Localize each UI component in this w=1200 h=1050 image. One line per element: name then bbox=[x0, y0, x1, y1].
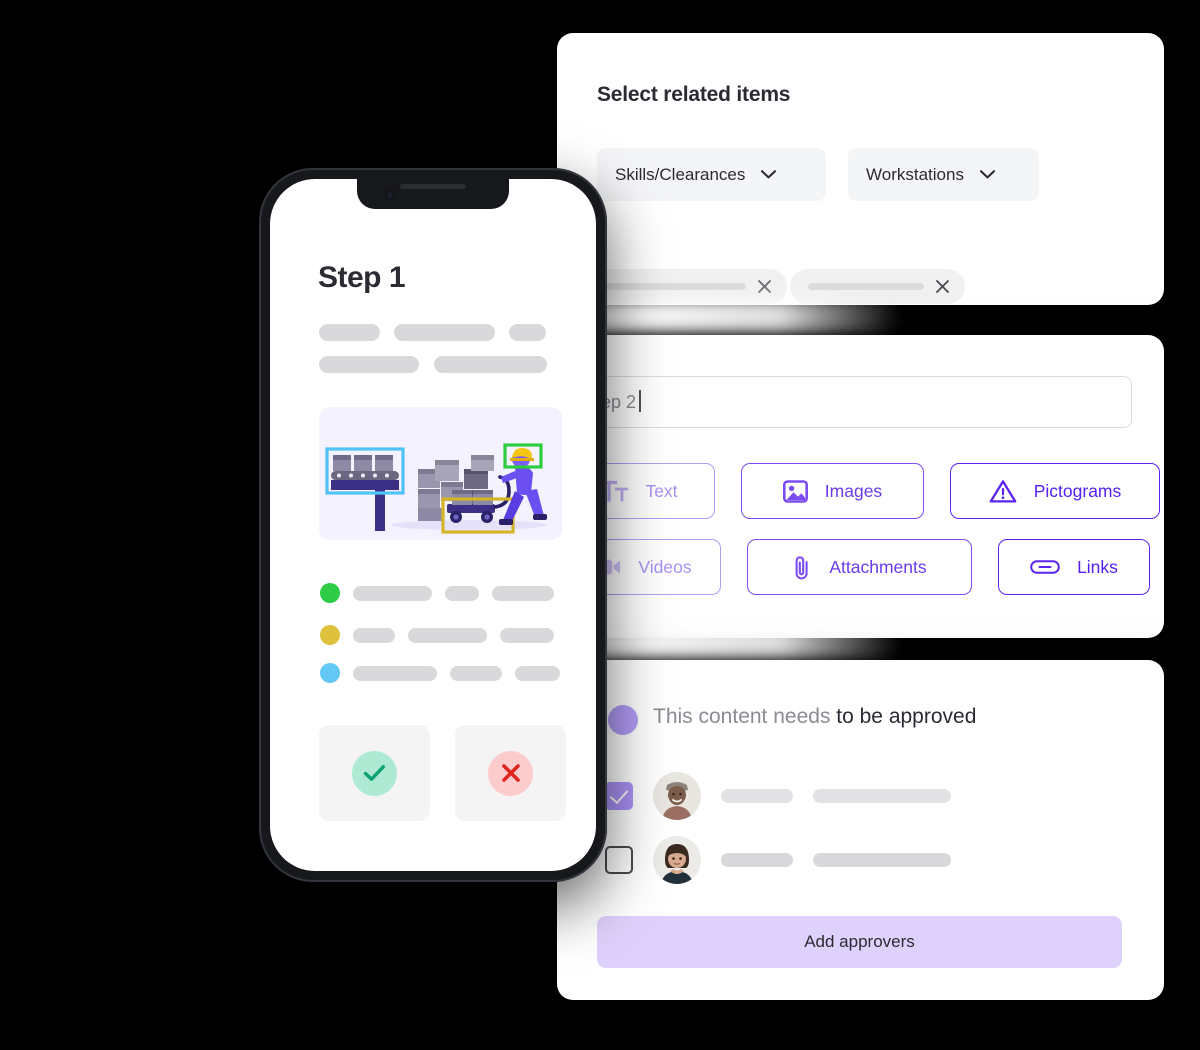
skeleton-line bbox=[500, 627, 554, 643]
chip-label-placeholder bbox=[808, 283, 924, 290]
content-type-row: Videos Attachments Links bbox=[565, 539, 1150, 595]
warehouse-worker-illustration bbox=[319, 407, 562, 540]
skeleton-line bbox=[509, 324, 546, 341]
phone-mockup: Step 1 bbox=[259, 168, 607, 882]
content-type-links-button[interactable]: Links bbox=[998, 539, 1150, 595]
content-type-attachments-button[interactable]: Attachments bbox=[747, 539, 972, 595]
skeleton-line bbox=[353, 665, 437, 681]
cross-icon bbox=[501, 764, 520, 782]
content-type-row: Text Images Pictograms bbox=[565, 463, 1160, 519]
approver-checkbox[interactable] bbox=[605, 782, 633, 810]
chevron-down-icon bbox=[979, 170, 995, 179]
select-related-items-card: Select related items Skills/Clearances W… bbox=[557, 33, 1164, 305]
skeleton-line bbox=[434, 356, 547, 373]
avatar bbox=[653, 772, 701, 820]
phone-speaker bbox=[400, 184, 466, 189]
paperclip-icon bbox=[795, 555, 809, 579]
content-type-label: Pictograms bbox=[1033, 480, 1122, 501]
skeleton-line bbox=[492, 585, 554, 601]
status-dot-green bbox=[320, 583, 340, 603]
add-approvers-button[interactable]: Add approvers bbox=[597, 916, 1122, 968]
skeleton-line bbox=[408, 627, 487, 643]
skeleton-line bbox=[394, 324, 495, 341]
content-type-label: Images bbox=[824, 480, 883, 501]
step-title-input[interactable]: Step 2 bbox=[569, 376, 1132, 428]
skeleton-line bbox=[353, 627, 395, 643]
skeleton-line bbox=[515, 665, 560, 681]
reject-action-button[interactable] bbox=[455, 725, 566, 821]
step-title: Step 1 bbox=[318, 261, 406, 294]
skeleton-line bbox=[353, 585, 432, 601]
status-dot-yellow bbox=[320, 625, 340, 645]
dropdown-label: Workstations bbox=[866, 164, 964, 184]
check-icon-badge bbox=[352, 750, 397, 796]
approver-list-item[interactable] bbox=[605, 772, 951, 820]
approver-checkbox[interactable] bbox=[605, 846, 633, 874]
image-icon bbox=[782, 479, 808, 503]
approver-name-placeholder bbox=[721, 789, 793, 803]
dropdown-workstations[interactable]: Workstations bbox=[848, 148, 1039, 201]
dropdown-label: Skills/Clearances bbox=[615, 164, 746, 184]
page-title: Select related items bbox=[597, 83, 791, 106]
content-type-label: Text bbox=[645, 480, 678, 501]
approver-role-placeholder bbox=[813, 853, 951, 867]
approval-label-lead: This content needs bbox=[653, 705, 837, 728]
cross-icon-badge bbox=[488, 750, 533, 796]
link-icon bbox=[1030, 560, 1060, 574]
approval-toggle-label: This content needs to be approved bbox=[653, 705, 976, 729]
step-content-card: Step 2 Text Images Pictograms Videos Att… bbox=[557, 335, 1164, 638]
approval-card: This content needs to be approved Add ap… bbox=[557, 660, 1164, 1000]
phone-camera-icon bbox=[385, 190, 395, 200]
checklist-row bbox=[320, 583, 554, 603]
approval-label-tail: to be approved bbox=[836, 705, 977, 728]
status-dot-blue bbox=[320, 663, 340, 683]
phone-notch bbox=[357, 179, 509, 209]
skeleton-line bbox=[319, 324, 380, 341]
content-type-label: Videos bbox=[638, 556, 692, 577]
content-type-pictograms-button[interactable]: Pictograms bbox=[950, 463, 1160, 519]
chevron-down-icon bbox=[761, 170, 777, 179]
content-type-images-button[interactable]: Images bbox=[741, 463, 924, 519]
approver-list-item[interactable] bbox=[605, 836, 951, 884]
screenshot-root: Select related items Skills/Clearances W… bbox=[0, 0, 1200, 1050]
approver-role-placeholder bbox=[813, 789, 951, 803]
content-type-label: Attachments bbox=[829, 556, 927, 577]
dropdown-skills-clearances[interactable]: Skills/Clearances bbox=[597, 148, 826, 201]
close-icon[interactable] bbox=[934, 278, 951, 295]
check-icon bbox=[363, 765, 385, 781]
approval-toggle[interactable] bbox=[608, 705, 638, 735]
approver-name-placeholder bbox=[721, 853, 793, 867]
selected-item-chip[interactable] bbox=[790, 269, 965, 304]
accept-action-button[interactable] bbox=[319, 725, 430, 821]
skeleton-line bbox=[319, 356, 419, 373]
checklist-row bbox=[320, 625, 554, 645]
checklist-row bbox=[320, 663, 560, 683]
warning-triangle-icon bbox=[989, 479, 1017, 503]
skeleton-line bbox=[450, 665, 502, 681]
phone-screen: Step 1 bbox=[270, 179, 596, 871]
avatar bbox=[653, 836, 701, 884]
close-icon[interactable] bbox=[756, 278, 773, 295]
content-type-label: Links bbox=[1077, 556, 1118, 577]
skeleton-line bbox=[445, 585, 479, 601]
selected-item-chip[interactable] bbox=[577, 269, 787, 304]
chip-label-placeholder bbox=[595, 283, 746, 290]
